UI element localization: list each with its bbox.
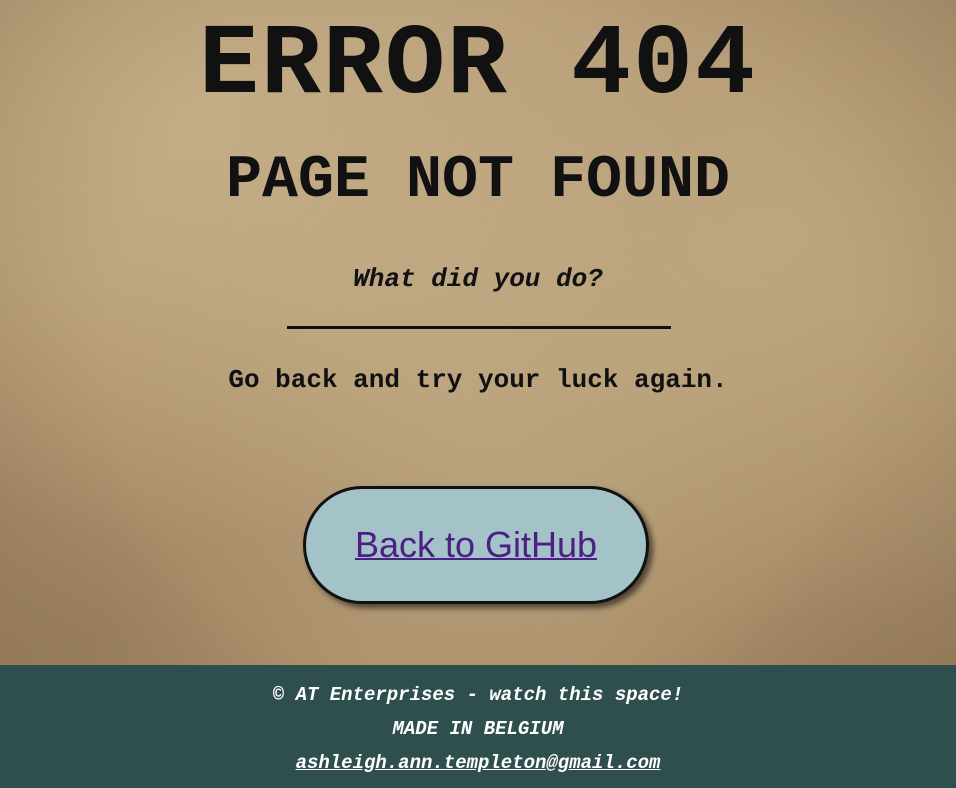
main-content: ERROR 404 PAGE NOT FOUND What did you do… (0, 0, 956, 665)
footer: © AT Enterprises - watch this space! MAD… (0, 665, 956, 788)
page-not-found-subtitle: PAGE NOT FOUND (225, 147, 731, 215)
error-title: ERROR 404 (198, 10, 758, 123)
footer-copyright: © AT Enterprises - watch this space! (272, 684, 684, 706)
back-to-github-button[interactable]: Back to GitHub (303, 486, 649, 604)
footer-email-link[interactable]: ashleigh.ann.templeton@gmail.com (296, 752, 661, 774)
back-to-github-link[interactable]: Back to GitHub (355, 524, 597, 566)
instruction-text: Go back and try your luck again. (228, 365, 728, 395)
question-text: What did you do? (353, 264, 603, 294)
divider (287, 326, 671, 329)
footer-email-line: ashleigh.ann.templeton@gmail.com (0, 751, 956, 775)
footer-made-in: MADE IN BELGIUM (392, 718, 564, 740)
